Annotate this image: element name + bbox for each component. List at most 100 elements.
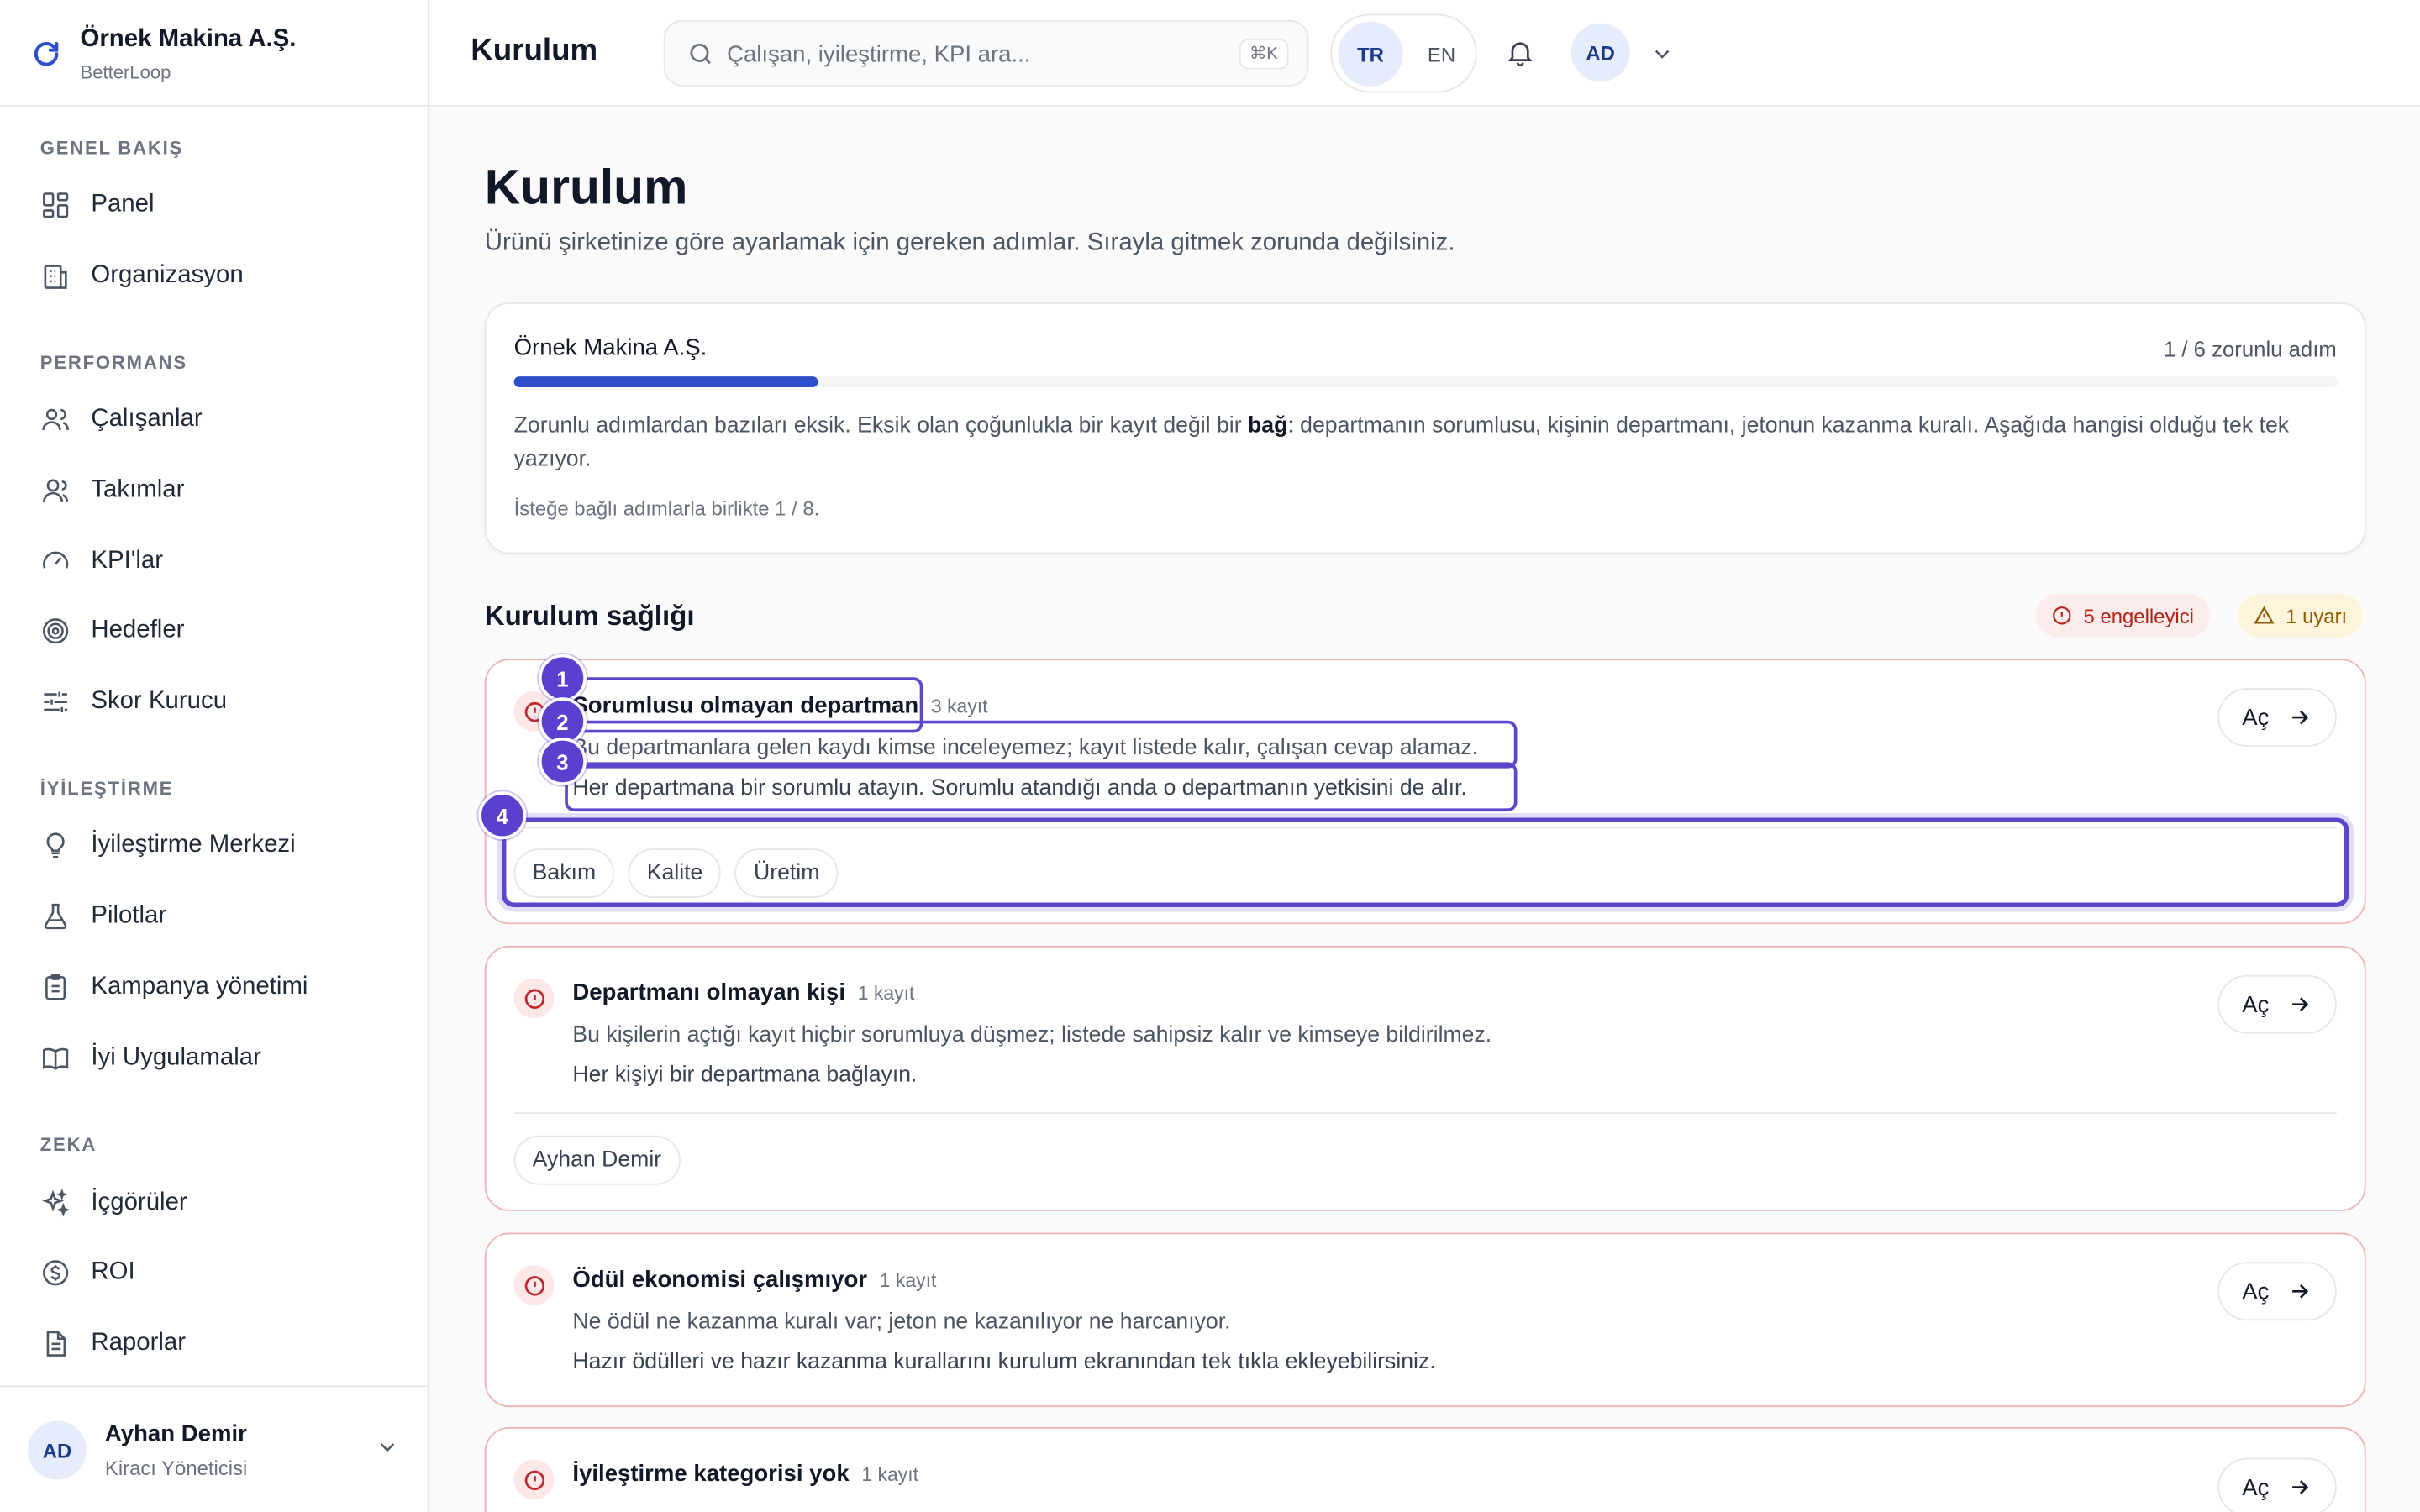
top-avatar[interactable]: AD [1570,23,1630,82]
sidebar-item-label: Çalışanlar [91,406,203,433]
sidebar-item-label: Pilotlar [91,902,167,929]
issue-card: Ödül ekonomisi çalışmıyor 1 kayıt Ne ödül… [484,1232,2366,1408]
sidebar-item-label: Raporlar [91,1330,187,1357]
highlight-box [565,720,1518,769]
issue-count: 3 kayıt [930,696,988,718]
alert-circle-icon [2053,606,2071,625]
issue-description: Ne ödül ne kazanma kuralı var; jeton ne … [572,1310,1231,1335]
page-subtitle: Ürünü şirketinize göre ayarlamak için ge… [484,229,1455,256]
lang-en-button[interactable]: EN [1409,22,1474,87]
progress-optional: İsteğe bağlı adımlarla birlikte 1 / 8. [513,496,820,520]
topbar-title: Kurulum [471,34,598,68]
search-shortcut-badge: ⌘K [1239,38,1289,70]
avatar: AD [28,1420,87,1480]
alert-circle-icon [513,1459,555,1500]
progress-step-count: 1 / 6 zorunlu adım [2163,336,2337,361]
gauge-icon [43,551,69,569]
sidebar-item-label: Panel [91,191,155,218]
dashboard-icon [43,192,69,218]
brand-header[interactable]: Örnek Makina A.Ş. BetterLoop [0,0,428,107]
warning-triangle-icon [2254,606,2275,624]
open-button[interactable]: Aç [2217,1457,2337,1512]
sidebar-item-insights[interactable]: İçgörüler [40,1180,187,1226]
target-icon [43,618,69,644]
blockers-badge: 5 engelleyici [2035,594,2210,638]
progress-description: Zorunlu adımlardan bazıları eksik. Eksik… [513,413,2290,473]
sidebar-item-label: Skor Kurucu [91,688,228,715]
sidebar-item-label: İyileştirme Merkezi [91,831,296,858]
arrow-right-icon [2292,710,2309,725]
issue-card: İyileştirme kategorisi yok 1 kayıt Aç [484,1426,2366,1512]
lang-tr-button[interactable]: TR [1338,21,1403,87]
issue-fix: Her kişiyi bir departmana bağlayın. [572,1063,918,1088]
issue-title: İyileştirme kategorisi yok 1 kayıt [572,1461,919,1488]
issue-title: Departmanı olmayan kişi 1 kayıt [572,979,915,1006]
health-title: Kurulum sağlığı [484,600,695,632]
issue-chip-list: Ayhan Demir [513,1135,694,1185]
sidebar-item-roi[interactable]: ROI [40,1250,135,1296]
user-menu[interactable]: AD Ayhan Demir Kiracı Yöneticisi [0,1385,429,1512]
bell-icon[interactable] [1505,37,1536,68]
sliders-icon [44,691,67,712]
user-name: Ayhan Demir [104,1420,247,1447]
chevron-down-icon[interactable] [1649,42,1674,66]
nav-section-intelligence: ZEKA [39,1133,97,1156]
progress-bar-fill [513,376,818,388]
refresh-logo-icon [34,42,59,66]
sidebar-item-reports[interactable]: Raporlar [40,1320,186,1367]
sidebar-item-label: İyi Uygulamalar [91,1044,261,1071]
sidebar-item-label: Hedefler [91,617,185,643]
sidebar-item-label: ROI [91,1258,135,1285]
nav-section-overview: GENEL BAKIŞ [39,137,184,160]
sidebar-item-best-practices[interactable]: İyi Uygulamalar [40,1035,261,1081]
sidebar-item-employees[interactable]: Çalışanlar [40,396,203,443]
user-role: Kiracı Yöneticisi [104,1456,248,1480]
warnings-badge: 1 uyarı [2238,594,2363,638]
sidebar-item-campaigns[interactable]: Kampanya yönetimi [40,964,308,1011]
file-icon [46,1331,66,1357]
sidebar-item-label: Takımlar [91,476,185,503]
sidebar-item-teams[interactable]: Takımlar [40,468,185,514]
annotation-marker: 3 [539,737,587,785]
search-input[interactable]: Çalışan, iyileştirme, KPI ara... ⌘K [663,19,1309,87]
dollar-icon [43,1260,69,1286]
search-placeholder: Çalışan, iyileştirme, KPI ara... [727,41,1031,68]
progress-bar [513,376,2338,388]
annotation-marker: 1 [539,654,587,702]
issue-count: 1 kayıt [861,1464,919,1486]
sidebar-item-kpis[interactable]: KPI'lar [40,538,163,585]
sparkles-icon [42,1188,71,1217]
progress-card: Örnek Makina A.Ş. 1 / 6 zorunlu adım Zor… [484,302,2366,554]
sidebar-item-label: İçgörüler [91,1189,187,1216]
sidebar-item-organization[interactable]: Organizasyon [40,253,244,299]
nav-section-performance: PERFORMANS [39,351,187,374]
sidebar-item-pilots[interactable]: Pilotlar [40,893,166,939]
sidebar-item-label: Kampanya yönetimi [91,973,308,1000]
open-button[interactable]: Aç [2217,974,2337,1034]
highlight-box [565,762,1518,812]
lightbulb-icon [46,832,65,858]
issue-count: 1 kayıt [879,1269,937,1292]
book-icon [43,1047,69,1070]
progress-company: Örnek Makina A.Ş. [513,334,708,361]
issue-title: Ödül ekonomisi çalışmıyor 1 kayıt [572,1266,937,1294]
sidebar-item-improvement-center[interactable]: İyileştirme Merkezi [40,822,296,869]
brand-name: Örnek Makina A.Ş. [80,26,297,53]
arrow-right-icon [2292,997,2309,1011]
clipboard-icon [45,974,66,1000]
open-button[interactable]: Aç [2217,688,2337,747]
sidebar-item-score-builder[interactable]: Skor Kurucu [40,679,227,725]
issue-description: Bu kişilerin açtığı kayıt hiçbir sorumlu… [572,1022,1492,1048]
building-icon [44,265,67,289]
issue-divider [513,1112,2337,1115]
alert-circle-icon [513,978,555,1019]
issue-card: Departmanı olmayan kişi 1 kayıt Bu kişile… [484,945,2366,1211]
topbar: Kurulum Çalışan, iyileştirme, KPI ara...… [429,0,2420,107]
team-icon [43,479,69,502]
sidebar-item-goals[interactable]: Hedefler [40,608,185,654]
sidebar-item-panel[interactable]: Panel [40,182,155,228]
alert-circle-icon [513,1265,555,1305]
open-button[interactable]: Aç [2217,1262,2337,1321]
chip-person[interactable]: Ayhan Demir [513,1135,681,1185]
issue-count: 1 kayıt [857,982,915,1005]
